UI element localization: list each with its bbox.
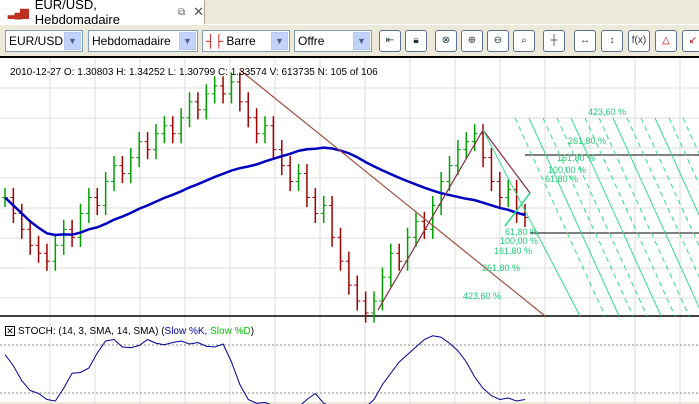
stoch-k-line	[4, 335, 526, 404]
drawing-tools-button[interactable]: △	[655, 30, 677, 52]
bar-chart-icon: ┤├	[206, 34, 227, 48]
fib-label: 261,80 %	[568, 136, 606, 146]
price-side-value: Offre	[298, 34, 325, 48]
undock-icon[interactable]: ⧉	[178, 7, 185, 18]
tab-title: EUR/USD, Hebdomadaire	[34, 0, 120, 27]
fibonacci-tools-button[interactable]: ↙	[682, 30, 699, 52]
stoch-d-label: Slow %D	[210, 326, 251, 337]
lock-button[interactable]: 🔒︎	[405, 30, 427, 52]
chart-area[interactable]: 423,60 % 261,80 % 161,80 % 100,00 % 61,80 % 6…	[0, 56, 699, 404]
chart-bars-icon: ▂▄▆	[8, 6, 29, 19]
chart-type-value: Barre	[226, 34, 256, 48]
symbol-select[interactable]: EUR/USD ▼	[5, 30, 83, 52]
zoom-area-button[interactable]: ⌕	[513, 30, 535, 52]
zoom-out-button[interactable]: ⊖	[487, 30, 509, 52]
chart-type-select[interactable]: ┤├ Barre ▼	[202, 30, 290, 52]
chevron-down-icon[interactable]: ▼	[179, 32, 196, 50]
stoch-label: STOCH: (14, 3, SMA, 14, SMA) (	[18, 326, 165, 337]
fib-label: 261,80 %	[482, 263, 520, 273]
close-icon[interactable]: ✕	[193, 4, 204, 20]
stoch-legend: ✕ STOCH: (14, 3, SMA, 14, SMA) (Slow %K, …	[5, 326, 254, 337]
period-select[interactable]: Hebdomadaire ▼	[88, 30, 198, 52]
scroll-to-end-button[interactable]: ⇤	[379, 30, 401, 52]
period-value: Hebdomadaire	[92, 34, 171, 48]
chevron-down-icon[interactable]: ▼	[64, 32, 81, 50]
chevron-down-icon[interactable]: ▼	[271, 32, 288, 50]
fib-label: 161,80 %	[494, 246, 532, 256]
price-side-select[interactable]: Offre ▼	[294, 30, 372, 52]
zoom-in-button[interactable]: ⊕	[461, 30, 483, 52]
chart-canvas[interactable]: 423,60 %261,80 %161,80 %100,00 %61,80 %6…	[0, 58, 699, 404]
fib-label: 161,80 %	[557, 153, 595, 163]
indicators-button[interactable]: f(x)	[628, 30, 650, 52]
fit-vertical-button[interactable]: ↕	[601, 30, 623, 52]
zigzag-line	[377, 128, 531, 311]
symbol-value: EUR/USD	[9, 34, 64, 48]
toolbar: EUR/USD ▼ Hebdomadaire ▼ ┤├ Barre ▼ Offre ▼ …	[0, 24, 699, 56]
tab-bar: ▂▄▆ EUR/USD, Hebdomadaire ⧉ ✕	[0, 0, 699, 27]
chart-tab[interactable]: ▂▄▆ EUR/USD, Hebdomadaire ⧉ ✕	[0, 0, 205, 27]
fib-label: 423,60 %	[588, 107, 626, 117]
ohlc-info: 2010-12-27 O: 1.30803 H: 1.34252 L: 1.30…	[10, 67, 378, 78]
stoch-label-close: )	[250, 326, 255, 337]
fib-label: 423,60 %	[463, 291, 501, 301]
fib-label: 61,80 %	[545, 174, 578, 184]
fib-label: 100,00 %	[500, 236, 538, 246]
fit-horizontal-button[interactable]: ↔	[574, 30, 596, 52]
chevron-down-icon[interactable]: ▼	[353, 32, 370, 50]
collapse-icon[interactable]: ✕	[5, 326, 15, 336]
zoom-reset-button[interactable]: ⊗	[435, 30, 457, 52]
crosshair-button[interactable]: ┼	[543, 30, 565, 52]
stoch-k-label: Slow %K,	[164, 326, 208, 337]
